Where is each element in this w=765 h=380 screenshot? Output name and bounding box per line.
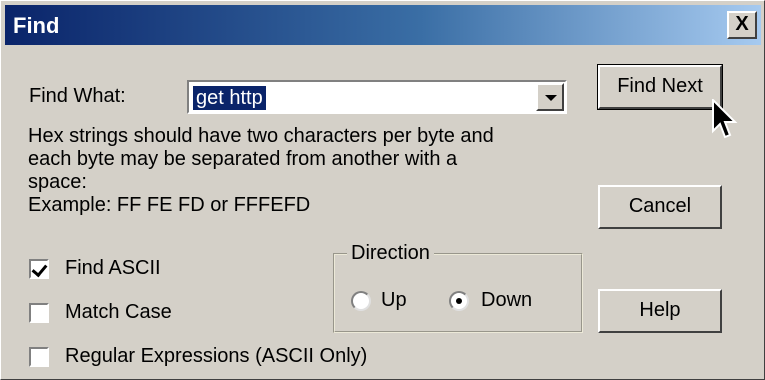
help-line: each byte may be separated from another …	[28, 148, 458, 170]
dialog-title: Find	[13, 13, 60, 38]
close-button[interactable]: X	[727, 11, 757, 39]
direction-group: Direction Up Down	[333, 242, 583, 333]
cancel-button[interactable]: Cancel	[598, 185, 722, 229]
find-what-label: Find What:	[29, 85, 126, 107]
direction-up-radio[interactable]	[351, 291, 371, 311]
hex-help-text: Hex strings should have two characters p…	[28, 125, 568, 217]
help-button[interactable]: Help	[598, 289, 722, 333]
match-case-checkbox[interactable]	[29, 303, 49, 323]
find-ascii-label: Find ASCII	[65, 257, 161, 279]
regex-checkbox[interactable]	[29, 347, 49, 367]
title-bar[interactable]: Find X	[5, 5, 761, 45]
help-line: Example: FF FE FD or FFFEFD	[28, 194, 311, 216]
direction-down-label: Down	[481, 289, 533, 311]
dropdown-arrow-icon[interactable]	[536, 83, 564, 111]
direction-title: Direction	[347, 242, 434, 265]
help-line: Hex strings should have two characters p…	[28, 125, 494, 147]
match-case-label: Match Case	[65, 301, 172, 323]
find-ascii-checkbox[interactable]	[29, 259, 49, 279]
direction-down-radio[interactable]	[449, 291, 469, 311]
find-next-button[interactable]: Find Next	[597, 64, 723, 110]
find-what-input[interactable]: get http	[193, 86, 266, 110]
regex-label: Regular Expressions (ASCII Only)	[65, 345, 368, 367]
direction-up-label: Up	[381, 289, 407, 311]
help-line: space:	[28, 171, 87, 193]
mouse-pointer-icon	[712, 99, 738, 139]
find-what-combobox[interactable]: get http	[187, 80, 567, 114]
find-dialog: Find X Find What: get http Find Next Can…	[0, 0, 765, 380]
